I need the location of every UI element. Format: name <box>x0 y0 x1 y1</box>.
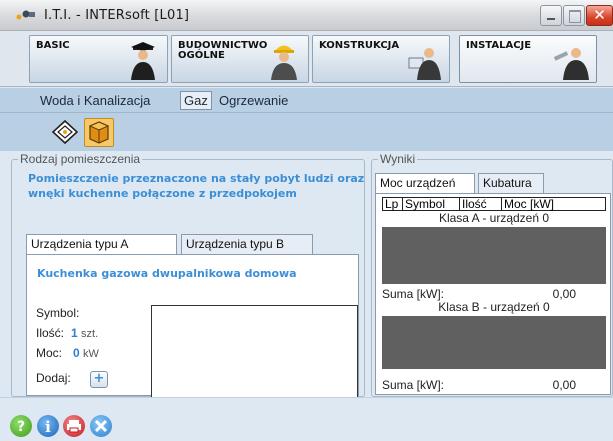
moc-value-group: 0 kW <box>73 346 99 360</box>
footer-toolbar: ? i <box>0 397 613 441</box>
module-tab-basic[interactable]: BASIC <box>29 35 168 83</box>
gas-network-icon <box>51 119 79 145</box>
svg-text:i: i <box>45 418 51 436</box>
col-ilosc: Ilość <box>462 197 487 211</box>
device-type-tabs: Urządzenia typu A Urządzenia typu B <box>26 234 356 255</box>
ilosc-unit: szt. <box>81 328 99 340</box>
builder-figure-icon <box>271 45 297 80</box>
module-tab-label: INSTALACJE <box>466 40 532 51</box>
category-nav: Woda i Kanalizacja Gaz Ogrzewanie <box>0 88 613 113</box>
room-type-group: Rodzaj pomieszczenia Pomieszczenie przez… <box>11 152 365 398</box>
nav-item-ogrzewanie[interactable]: Ogrzewanie <box>219 93 288 108</box>
info-icon: i <box>45 418 51 436</box>
title-bar[interactable]: I.T.I. - INTERsoft [L01] ✕ <box>0 0 613 31</box>
col-moc: Moc [kW] <box>504 197 554 211</box>
module-tab-label: KONSTRUKCJA <box>319 40 400 51</box>
col-symbol: Symbol <box>405 197 446 211</box>
help-icon: ? <box>17 419 25 435</box>
close-icon: ✕ <box>593 6 606 24</box>
module-tab-budownictwo[interactable]: BUDOWNICTWO OGÓLNE <box>171 35 309 83</box>
nav-item-woda[interactable]: Woda i Kanalizacja <box>40 93 150 108</box>
tools-button[interactable] <box>90 415 112 437</box>
results-legend: Wyniki <box>378 152 418 166</box>
engineer-figure-icon <box>408 48 441 80</box>
suma-a-value: 0,00 <box>552 287 576 301</box>
module-tab-instalacje[interactable]: INSTALACJE <box>459 35 597 83</box>
nav-item-gaz[interactable]: Gaz <box>180 91 212 110</box>
klasa-a-list[interactable] <box>382 227 606 284</box>
results-group: Wyniki Moc urządzeń Kubatura Lp Symbol I… <box>371 152 613 397</box>
suma-a-label: Suma [kW]: <box>382 287 445 301</box>
installer-figure-icon <box>554 48 589 80</box>
room-type-legend: Rodzaj pomieszczenia <box>18 152 143 166</box>
tools-icon <box>94 419 108 433</box>
content-area: Rodzaj pomieszczenia Pomieszczenie przez… <box>0 151 613 398</box>
suma-a-row: Suma [kW]: 0,00 <box>382 287 606 301</box>
module-tab-konstrukcja[interactable]: KONSTRUKCJA <box>312 35 450 83</box>
symbol-listbox[interactable] <box>151 305 358 398</box>
klasa-a-label: Klasa A - urządzeń 0 <box>438 211 550 225</box>
gas-device-button[interactable] <box>84 118 114 147</box>
tab-kubatura[interactable]: Kubatura <box>478 173 544 193</box>
klasa-b-label: Klasa B - urządzeń 0 <box>438 300 550 314</box>
moc-label: Moc: <box>36 346 63 360</box>
print-icon <box>67 420 81 433</box>
suma-b-row: Suma [kW]: 0,00 <box>382 378 606 392</box>
tool-strip <box>0 113 613 151</box>
suma-b-value: 0,00 <box>552 378 576 392</box>
device-panel: Kuchenka gazowa dwupalnikowa domowa Symb… <box>26 254 359 398</box>
tab-moc-urzadzen[interactable]: Moc urządzeń <box>375 173 475 194</box>
minimize-button[interactable] <box>540 5 562 26</box>
tab-urzadzenia-b[interactable]: Urządzenia typu B <box>181 234 313 254</box>
moc-unit: kW <box>83 348 99 360</box>
maximize-button[interactable] <box>563 5 585 26</box>
close-button[interactable]: ✕ <box>586 5 613 26</box>
tab-urzadzenia-a[interactable]: Urządzenia typu A <box>26 234 177 255</box>
app-logo-icon <box>16 10 35 20</box>
results-table-header: Lp Symbol Ilość Moc [kW] <box>382 197 606 211</box>
symbol-label: Symbol: <box>36 306 80 320</box>
ilosc-value: 1 <box>71 326 78 340</box>
plus-icon: + <box>93 371 105 386</box>
graduate-figure-icon <box>131 42 155 80</box>
device-name: Kuchenka gazowa dwupalnikowa domowa <box>37 267 297 280</box>
klasa-b-list[interactable] <box>382 316 606 369</box>
add-device-button[interactable]: + <box>90 371 108 388</box>
module-tab-label: BUDOWNICTWO OGÓLNE <box>178 40 268 61</box>
ilosc-value-group: 1 szt. <box>71 326 98 340</box>
module-tab-label: BASIC <box>36 40 70 51</box>
help-button[interactable]: ? <box>10 415 32 437</box>
moc-value: 0 <box>73 346 80 360</box>
col-divider <box>501 198 502 210</box>
print-button[interactable] <box>63 415 85 437</box>
col-divider <box>402 198 403 210</box>
svg-text:?: ? <box>17 419 25 435</box>
ilosc-label: Ilość: <box>36 326 65 340</box>
suma-b-label: Suma [kW]: <box>382 378 445 392</box>
app-window: I.T.I. - INTERsoft [L01] ✕ BASIC BUDOWNI… <box>0 0 613 441</box>
col-lp: Lp <box>385 197 399 211</box>
gas-network-button[interactable] <box>50 118 80 147</box>
gas-device-icon <box>88 121 110 144</box>
dodaj-label: Dodaj: <box>36 371 71 385</box>
info-button[interactable]: i <box>37 415 59 437</box>
results-panel: Lp Symbol Ilość Moc [kW] Klasa A - urząd… <box>375 193 611 395</box>
module-bar: BASIC BUDOWNICTWO OGÓLNE KONSTRUKCJA INS… <box>0 31 613 87</box>
results-tabs: Moc urządzeń Kubatura <box>375 173 605 194</box>
window-title: I.T.I. - INTERsoft [L01] <box>44 8 190 23</box>
col-divider <box>459 198 460 210</box>
room-description: Pomieszczenie przeznaczone na stały poby… <box>28 172 365 200</box>
